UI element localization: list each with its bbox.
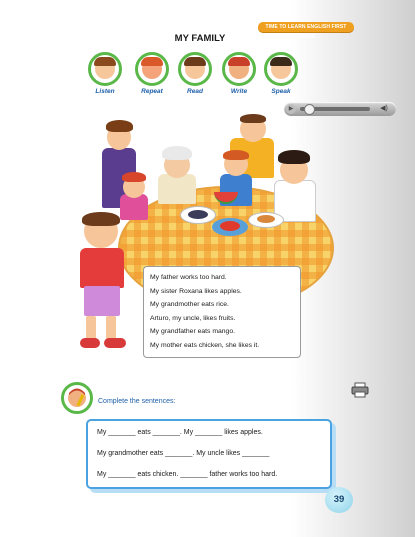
story-line: My father works too hard.: [150, 274, 227, 281]
audio-player[interactable]: ▶ ◀): [284, 102, 396, 116]
write-icon: [222, 52, 256, 86]
skill-speak-button[interactable]: Speak: [261, 52, 301, 95]
skill-listen-button[interactable]: Listen: [85, 52, 125, 95]
write-activity-icon: [61, 382, 93, 414]
page-title: MY FAMILY: [174, 33, 226, 44]
story-line: Arturo, my uncle, likes fruits.: [150, 314, 236, 322]
exercise-sentence: My _______ eats _______. My _______ like…: [97, 429, 263, 436]
read-icon: [178, 52, 212, 86]
plate-grapes: [180, 206, 216, 224]
exercise-instruction: Complete the sentences:: [98, 398, 176, 405]
story-line: My grandmother eats rice.: [150, 301, 229, 309]
skill-write-button[interactable]: Write: [219, 52, 259, 95]
exercise-sentence: My grandmother eats _______. My uncle li…: [97, 450, 270, 457]
listen-icon: [88, 52, 122, 86]
play-icon[interactable]: ▶: [286, 104, 296, 114]
skill-label: Read: [187, 88, 203, 95]
skill-label: Listen: [95, 88, 115, 95]
story-line: My sister Roxana likes apples.: [150, 287, 242, 295]
exercise-sentence: My _______ eats chicken. _______ father …: [97, 471, 278, 478]
plate-chicken: [248, 212, 284, 228]
story-line: My mother eats chicken, she likes it.: [150, 341, 260, 349]
audio-progress-handle[interactable]: [304, 104, 315, 115]
volume-icon[interactable]: ◀): [376, 104, 392, 114]
speak-icon: [264, 52, 298, 86]
skill-label: Write: [230, 88, 248, 95]
series-badge: TIME TO LEARN ENGLISH FIRST GRADE: [258, 22, 354, 40]
skill-repeat-button[interactable]: Repeat: [132, 52, 172, 95]
watermelon-slice: [214, 192, 238, 204]
story-text-box: My father works too hard. My sister Roxa…: [143, 266, 301, 358]
plate-fruits: [212, 218, 248, 236]
skill-read-button[interactable]: Read: [175, 52, 215, 95]
skill-label: Speak: [271, 88, 291, 95]
story-line: My grandfather eats mango.: [150, 328, 236, 336]
skill-label: Repeat: [141, 88, 163, 95]
page-number: 39: [325, 487, 353, 513]
repeat-icon: [135, 52, 169, 86]
printer-icon[interactable]: [351, 382, 369, 398]
exercise-box: My _______ eats _______. My _______ like…: [86, 419, 332, 489]
